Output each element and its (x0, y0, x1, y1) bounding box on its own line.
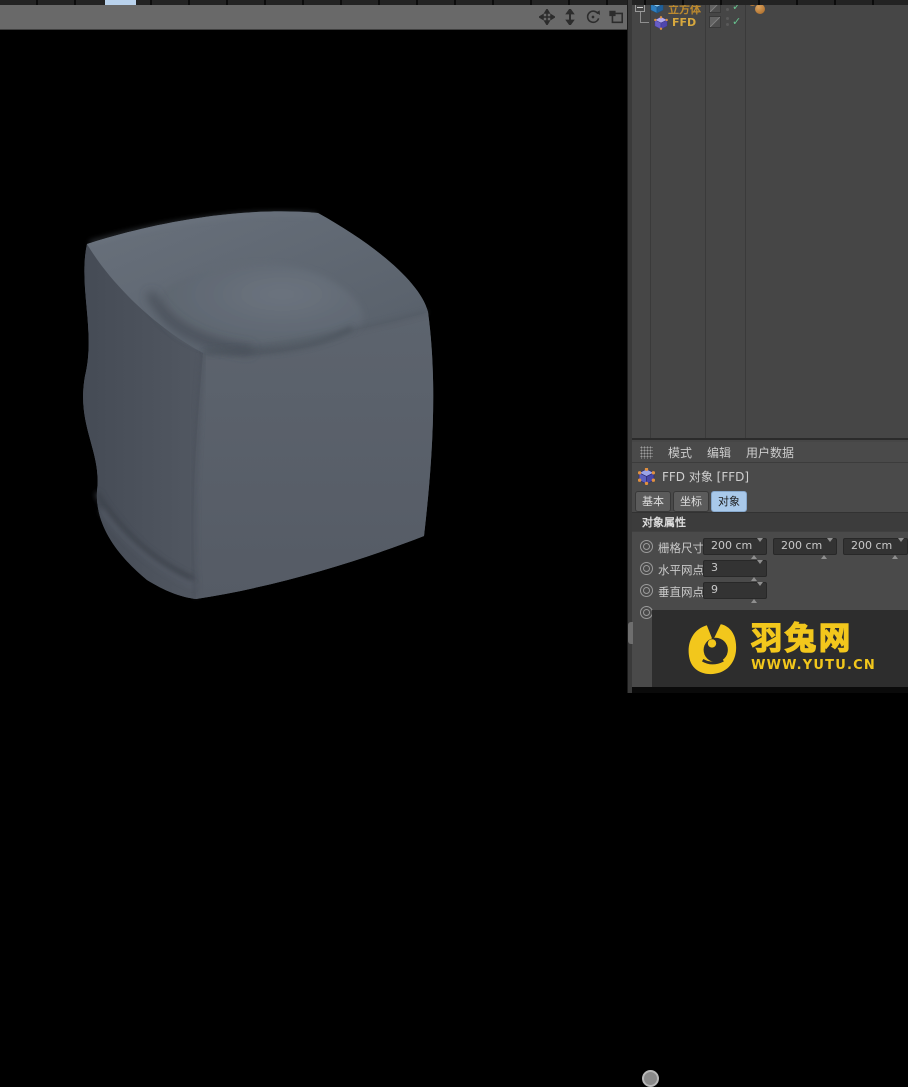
visibility-dots-icon[interactable] (726, 17, 730, 28)
ffd-object-icon (654, 16, 668, 30)
panel-splitter[interactable] (627, 0, 632, 693)
menu-user-data[interactable]: 用户数据 (746, 444, 794, 461)
ffd-title-icon (638, 468, 655, 485)
tree-branch-line (640, 12, 649, 23)
toggle-view-icon[interactable] (607, 8, 625, 26)
ffd-deformed-cube[interactable] (0, 31, 632, 693)
tab-coordinates[interactable]: 坐标 (673, 491, 709, 512)
stepper-icon[interactable] (751, 586, 763, 600)
viewport[interactable] (0, 5, 632, 693)
viewport-menubar (0, 5, 632, 30)
stepper-icon[interactable] (892, 542, 904, 556)
object-row-ffd[interactable]: FFD ✓ (632, 15, 908, 30)
keyframe-circle-icon[interactable] (640, 540, 653, 553)
section-object-properties: 对象属性 (632, 512, 908, 532)
om-column-separator (745, 0, 746, 438)
property-label: 栅格尺寸 (658, 540, 704, 556)
stepper-icon[interactable] (821, 542, 833, 556)
menu-mode[interactable]: 模式 (668, 444, 692, 461)
attribute-tabs: 基本 坐标 对象 (632, 490, 908, 512)
watermark-overlay: 羽兔网 WWW.YUTU.CN (652, 610, 908, 687)
object-title-text: FFD 对象 [FFD] (662, 468, 749, 485)
pan-camera-icon[interactable] (538, 8, 556, 26)
grid-size-y-field[interactable]: 200 cm (773, 538, 837, 555)
horizontal-points-field[interactable]: 3 (703, 560, 767, 577)
object-name[interactable]: FFD (672, 16, 696, 29)
enable-check-icon[interactable]: ✓ (732, 15, 741, 28)
layer-patch-icon[interactable] (709, 16, 721, 28)
om-column-separator (705, 0, 706, 438)
property-row-vertical-points: 垂直网点 9 (632, 580, 908, 602)
tab-object[interactable]: 对象 (711, 491, 747, 512)
object-manager[interactable]: 立方体 ✓ FFD ✓ (632, 0, 908, 440)
right-panel: 立方体 ✓ FFD ✓ 模式 编辑 (632, 0, 908, 693)
watermark-site-url: WWW.YUTU.CN (751, 658, 876, 673)
watermark-site-name: 羽兔网 (751, 624, 876, 655)
watermark-text: 羽兔网 WWW.YUTU.CN (751, 624, 876, 673)
property-label: 水平网点 (658, 562, 704, 578)
keyframe-circle-icon[interactable] (640, 584, 653, 597)
attribute-object-title: FFD 对象 [FFD] (632, 463, 908, 490)
vertical-points-field[interactable]: 9 (703, 582, 767, 599)
toolbar-button-edges (0, 0, 908, 5)
grid-size-x-field[interactable]: 200 cm (703, 538, 767, 555)
section-title: 对象属性 (642, 514, 686, 530)
phong-tag-icon[interactable] (755, 4, 765, 14)
keyframe-circle-partial[interactable] (642, 1070, 659, 1087)
toolbar-cutoff-strip (0, 0, 908, 5)
grid-size-z-field[interactable]: 200 cm (843, 538, 908, 555)
keyframe-circle-icon[interactable] (640, 562, 653, 575)
yutu-rabbit-logo-icon (684, 621, 740, 677)
property-row-horizontal-points: 水平网点 3 (632, 558, 908, 580)
stepper-icon[interactable] (751, 564, 763, 578)
dolly-camera-icon[interactable] (561, 8, 579, 26)
splitter-handle[interactable] (628, 622, 633, 644)
om-column-separator (650, 0, 651, 438)
dock-grid-icon[interactable] (640, 446, 653, 459)
attribute-menubar: 模式 编辑 用户数据 (632, 442, 908, 463)
stepper-icon[interactable] (751, 542, 763, 556)
rotate-camera-icon[interactable] (584, 8, 602, 26)
property-label: 垂直网点 (658, 584, 704, 600)
viewport-canvas[interactable] (0, 31, 632, 693)
bottom-black-strip (632, 687, 908, 693)
tab-basic[interactable]: 基本 (635, 491, 671, 512)
viewport-nav-controls (538, 8, 625, 26)
toolbar-active-button-edge (105, 0, 136, 5)
menu-edit[interactable]: 编辑 (707, 444, 731, 461)
property-row-grid-size: 栅格尺寸 200 cm 200 cm 200 cm (632, 536, 908, 558)
